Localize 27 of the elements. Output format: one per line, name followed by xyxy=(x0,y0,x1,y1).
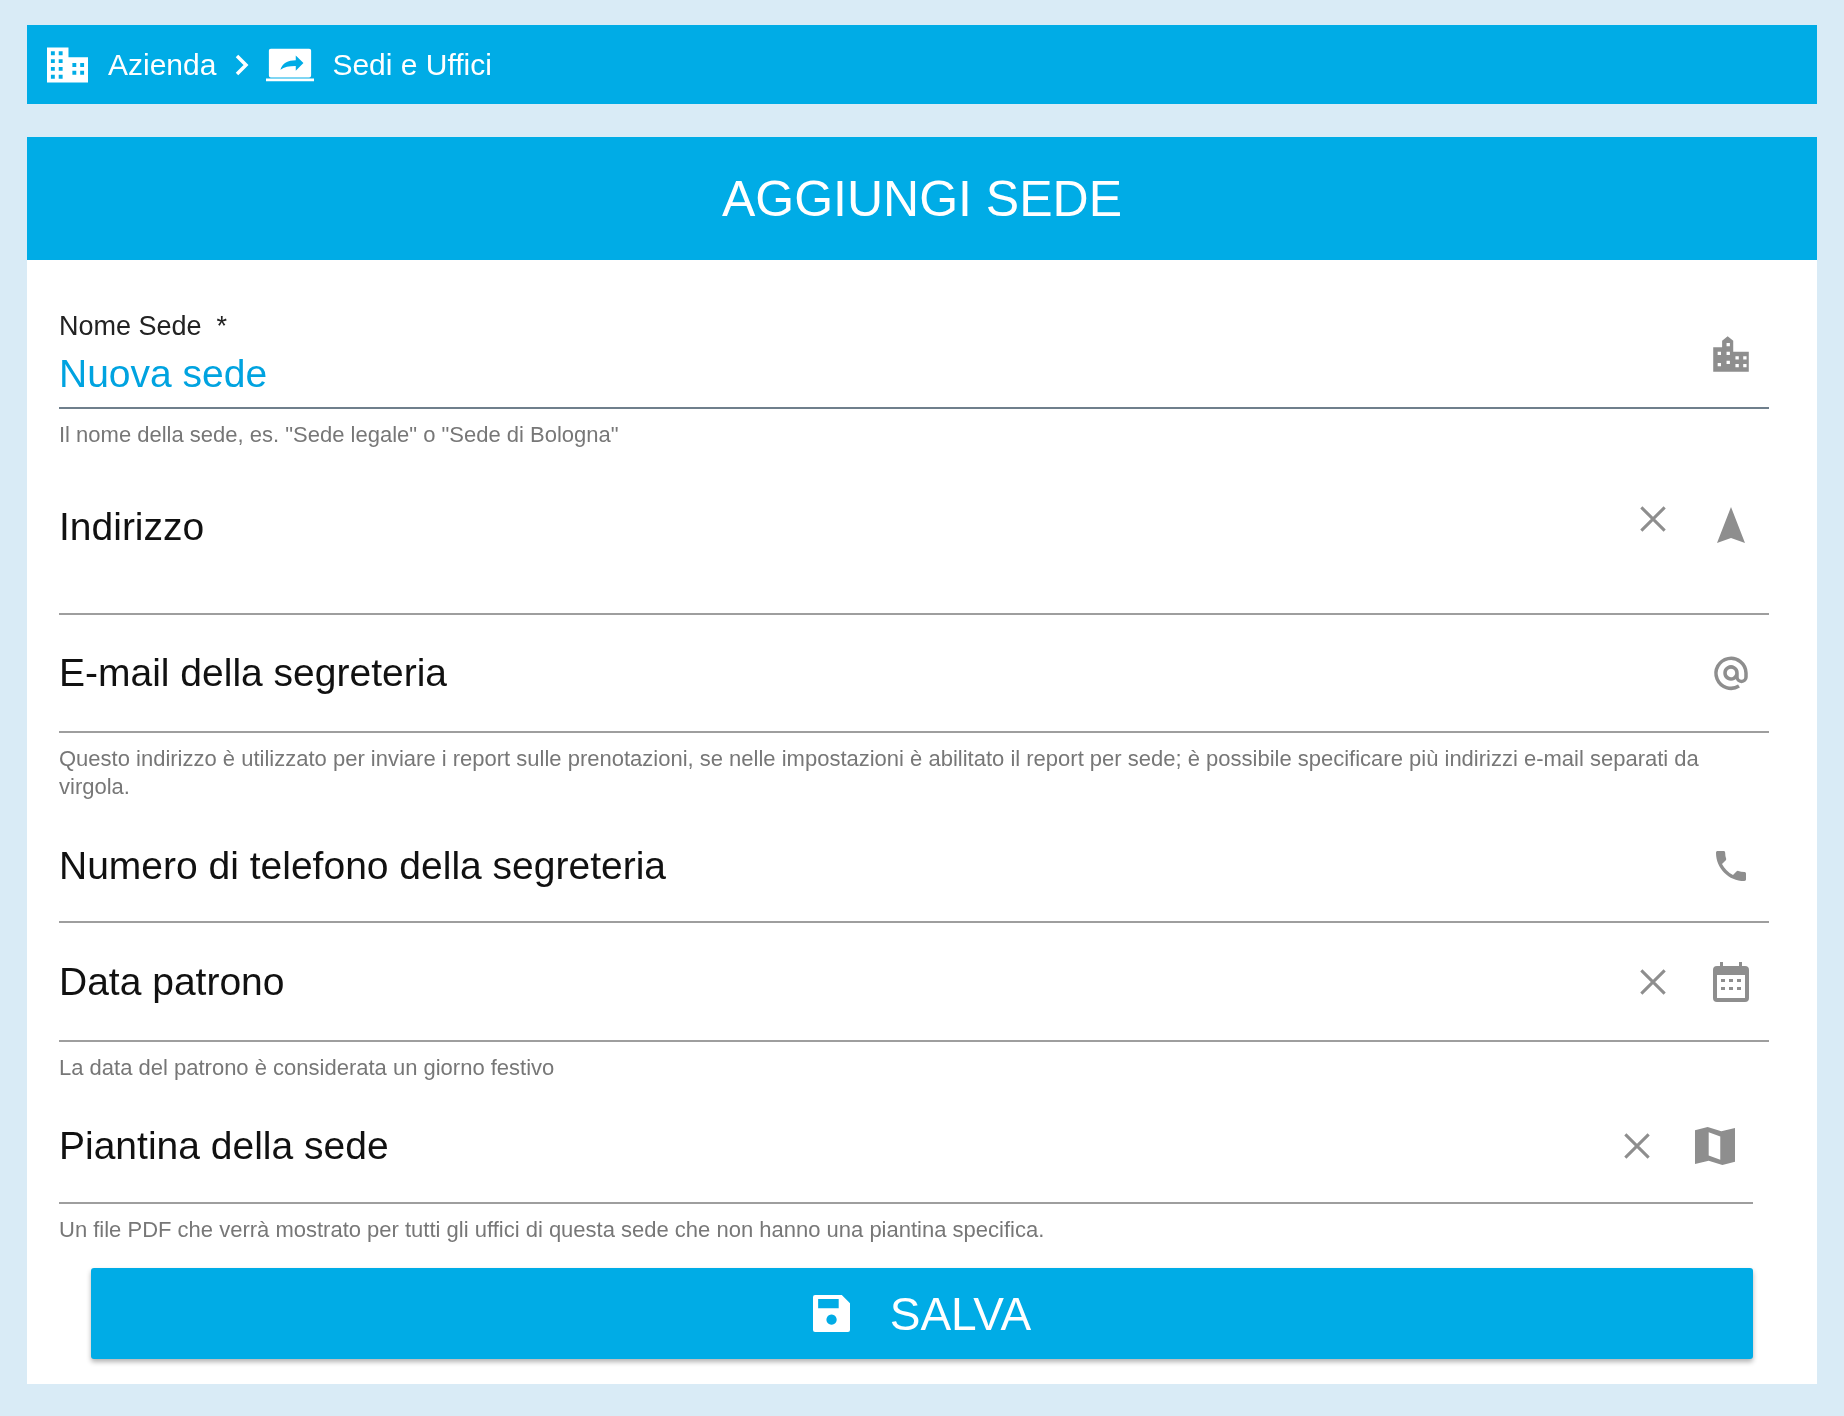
building-icon[interactable] xyxy=(47,46,88,83)
close-icon[interactable] xyxy=(1639,967,1667,996)
input-field[interactable]: E-mail della segreteria xyxy=(59,615,1769,733)
input-field[interactable]: Indirizzo xyxy=(59,471,1769,615)
close-icon[interactable] xyxy=(1623,1132,1651,1160)
input-field[interactable]: Piantina della sede xyxy=(59,1090,1753,1204)
building-icon xyxy=(1711,333,1751,374)
helper-text: Questo indirizzo è utilizzato per inviare i report sulle prenotazioni, se nelle impostazioni è abilitato il report per sede; è possibile specificare più indirizzi e-mail separati da virgola. xyxy=(59,745,1700,801)
field-label: Piantina della sede xyxy=(59,1124,390,1168)
input-field[interactable]: Numero di telefono della segreteria xyxy=(59,811,1769,923)
field-label: E-mail della segreteria xyxy=(59,651,448,695)
helper-text: Un file PDF che verrà mostrato per tutti gli uffici di questa sede che non hanno una piantina specifica. xyxy=(59,1216,1046,1244)
field-label: Data patrono xyxy=(59,959,286,1004)
input-field[interactable]: Data patrono xyxy=(59,923,1769,1042)
field-label: Indirizzo xyxy=(59,505,206,549)
helper-text: Il nome della sede, es. "Sede legale" o "Sede di Bologna" xyxy=(59,421,620,449)
chevron-icon xyxy=(234,52,251,77)
map-icon xyxy=(1695,1126,1735,1166)
field-label: Numero di telefono della segreteria xyxy=(59,844,667,888)
field-value: Nuova sede xyxy=(59,352,269,396)
field-label: Nome Sede * xyxy=(59,311,229,342)
laptop-share-icon[interactable] xyxy=(266,46,315,83)
helper-text: La data del patrono è considerata un giorno festivo xyxy=(59,1054,556,1082)
page-title: AGGIUNGI SEDE xyxy=(721,169,1123,228)
close-icon[interactable] xyxy=(1639,505,1667,533)
input-field[interactable]: Nome Sede * Nuova sede xyxy=(59,300,1769,409)
calendar-icon xyxy=(1711,961,1751,1002)
